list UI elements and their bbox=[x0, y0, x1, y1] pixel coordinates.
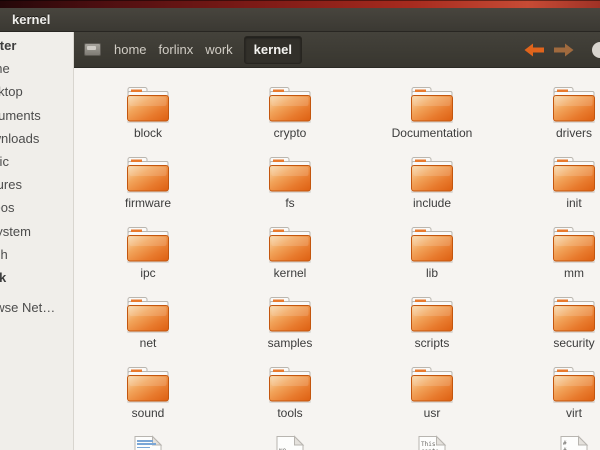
folder-item-include[interactable]: include bbox=[361, 155, 503, 225]
folder-icon bbox=[551, 225, 597, 265]
sidebar-item-home[interactable]: Home bbox=[0, 57, 73, 80]
folder-item-net[interactable]: net bbox=[77, 295, 219, 365]
folder-item-ipc[interactable]: ipc bbox=[77, 225, 219, 295]
sidebar-item-trash[interactable]: Trash bbox=[0, 243, 73, 266]
folder-icon bbox=[125, 155, 171, 195]
folder-item-kernel[interactable]: kernel bbox=[219, 225, 361, 295]
folder-item-samples[interactable]: samples bbox=[219, 295, 361, 365]
desktop-wallpaper-strip bbox=[0, 0, 600, 8]
folder-item-block[interactable]: block bbox=[77, 85, 219, 155]
folder-icon bbox=[551, 85, 597, 125]
breadcrumb-kernel-active[interactable]: kernel bbox=[244, 36, 302, 64]
folder-item-firmware[interactable]: firmware bbox=[77, 155, 219, 225]
folder-icon bbox=[267, 295, 313, 335]
window-title: kernel bbox=[12, 8, 50, 32]
folder-icon bbox=[409, 365, 455, 405]
breadcrumb-home[interactable]: home bbox=[109, 42, 152, 57]
folder-icon bbox=[551, 155, 597, 195]
folder-item-tools[interactable]: tools bbox=[219, 365, 361, 435]
file-item-1[interactable] bbox=[77, 435, 219, 450]
folder-item-fs[interactable]: fs bbox=[219, 155, 361, 225]
breadcrumb-work[interactable]: work bbox=[200, 42, 237, 57]
folder-item-drivers[interactable]: drivers bbox=[503, 85, 600, 155]
folder-item-sound[interactable]: sound bbox=[77, 365, 219, 435]
folder-icon bbox=[125, 225, 171, 265]
partial-circle-button[interactable] bbox=[592, 42, 600, 58]
folder-item-scripts[interactable]: scripts bbox=[361, 295, 503, 365]
folder-icon bbox=[267, 85, 313, 125]
folder-icon bbox=[551, 365, 597, 405]
folder-icon bbox=[551, 295, 597, 335]
folder-item-crypto[interactable]: crypto bbox=[219, 85, 361, 155]
icon-view: block crypto Documentation drivers firmw… bbox=[74, 68, 600, 450]
folder-item-security[interactable]: security bbox=[503, 295, 600, 365]
sidebar-item-downloads[interactable]: Downloads bbox=[0, 127, 73, 150]
forward-arrow-icon[interactable] bbox=[552, 42, 576, 58]
file-preview-colored-lines bbox=[137, 440, 159, 450]
folder-item-mm[interactable]: mm bbox=[503, 225, 600, 295]
computer-drive-icon[interactable] bbox=[84, 43, 101, 56]
folder-icon bbox=[125, 295, 171, 335]
sidebar-item-videos[interactable]: Videos bbox=[0, 196, 73, 219]
file-preview-text: # # Kbu bbox=[563, 440, 580, 450]
breadcrumb-forlinx[interactable]: forlinx bbox=[154, 42, 199, 57]
file-item-2[interactable]: NO bbox=[219, 435, 361, 450]
back-arrow-icon[interactable] bbox=[522, 42, 546, 58]
folder-icon bbox=[409, 155, 455, 195]
sidebar-item-desktop[interactable]: Desktop bbox=[0, 80, 73, 103]
places-sidebar: Computer Home Desktop Documents Download… bbox=[0, 32, 74, 450]
sidebar-item-music[interactable]: Music bbox=[0, 150, 73, 173]
folder-icon bbox=[409, 295, 455, 335]
sidebar-item-documents[interactable]: Documents bbox=[0, 104, 73, 127]
folder-icon bbox=[125, 365, 171, 405]
folder-item-init[interactable]: init bbox=[503, 155, 600, 225]
folder-icon bbox=[409, 85, 455, 125]
folder-item-usr[interactable]: usr bbox=[361, 365, 503, 435]
titlebar: kernel bbox=[0, 8, 600, 32]
folder-icon bbox=[267, 365, 313, 405]
folder-icon bbox=[125, 85, 171, 125]
folder-item-virt[interactable]: virt bbox=[503, 365, 600, 435]
sidebar-heading-network: Network bbox=[0, 266, 73, 289]
sidebar-item-file-system[interactable]: File System bbox=[0, 220, 73, 243]
sidebar-heading-computer: Computer bbox=[0, 34, 73, 57]
folder-item-lib[interactable]: lib bbox=[361, 225, 503, 295]
folder-item-documentation[interactable]: Documentation bbox=[361, 85, 503, 155]
file-preview-text: This contr bbox=[421, 441, 438, 450]
sidebar-item-browse-network[interactable]: Browse Net… bbox=[0, 296, 73, 319]
breadcrumb-toolbar: home forlinx work kernel bbox=[74, 32, 600, 68]
file-item-4[interactable]: # # Kbu bbox=[503, 435, 600, 450]
sidebar-item-pictures[interactable]: Pictures bbox=[0, 173, 73, 196]
folder-icon bbox=[267, 225, 313, 265]
places-list: Computer Home Desktop Documents Download… bbox=[0, 32, 73, 319]
folder-icon bbox=[409, 225, 455, 265]
file-item-3[interactable]: This contr bbox=[361, 435, 503, 450]
folder-icon bbox=[267, 155, 313, 195]
